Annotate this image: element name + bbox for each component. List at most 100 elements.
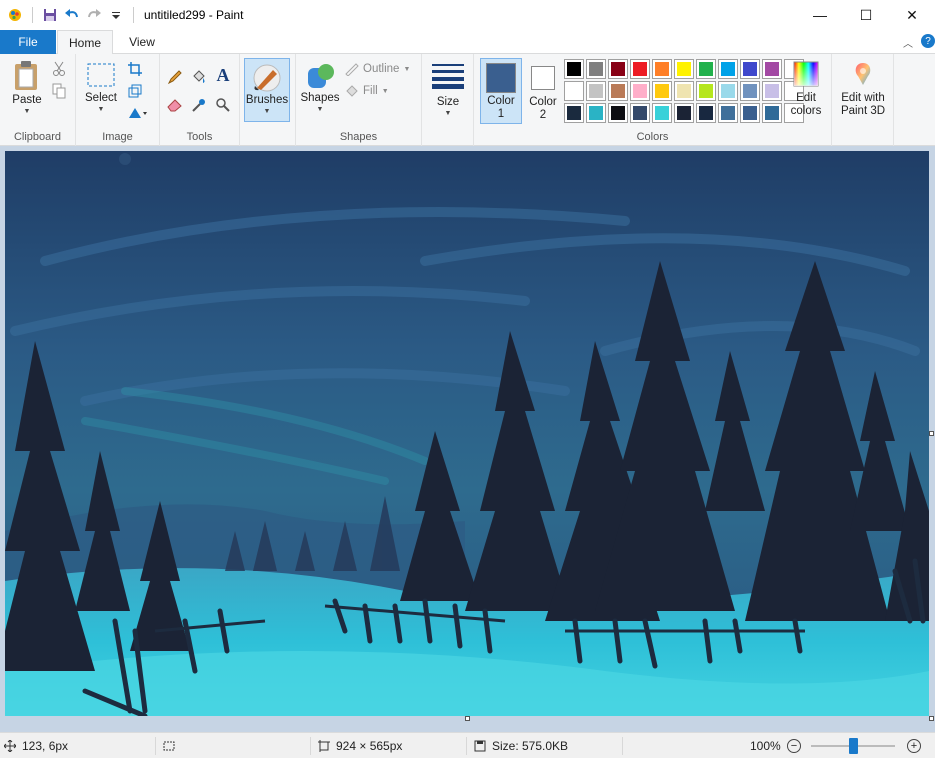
- select-button[interactable]: Select ▼: [82, 62, 120, 113]
- shapes-group: Shapes ▼ Outline ▼ Fill ▼ Shapes: [296, 54, 422, 146]
- palette-swatch[interactable]: [762, 81, 782, 101]
- cursor-position: 123, 6px: [4, 733, 68, 758]
- palette-swatch[interactable]: [674, 59, 694, 79]
- palette-swatch[interactable]: [740, 81, 760, 101]
- maximize-button[interactable]: ☐: [843, 0, 889, 30]
- zoom-out-icon: −: [787, 739, 801, 753]
- paint-app-icon[interactable]: [4, 4, 26, 26]
- image-group: Select ▼ Image: [76, 54, 160, 146]
- palette-swatch[interactable]: [696, 81, 716, 101]
- color-spectrum-icon: [793, 61, 819, 87]
- eraser-icon[interactable]: [166, 96, 184, 114]
- palette-swatch[interactable]: [696, 59, 716, 79]
- drawing-canvas[interactable]: [5, 151, 929, 716]
- zoom-level: 100%: [750, 739, 781, 753]
- zoom-slider-thumb[interactable]: [849, 738, 858, 754]
- resize-handle-right[interactable]: [929, 431, 934, 436]
- palette-swatch[interactable]: [608, 59, 628, 79]
- size-icon: [432, 64, 464, 89]
- palette-swatch[interactable]: [564, 103, 584, 123]
- pencil-icon[interactable]: [166, 68, 184, 86]
- palette-swatch[interactable]: [630, 103, 650, 123]
- resize-icon[interactable]: [126, 82, 144, 100]
- edit-with-paint3d-button[interactable]: Edit with Paint 3D: [836, 60, 890, 118]
- ribbon: Paste ▼ Clipboard Select ▼ Image A Tools…: [0, 54, 935, 146]
- status-separator: [155, 737, 156, 755]
- palette-swatch[interactable]: [740, 103, 760, 123]
- text-tool-icon[interactable]: A: [214, 65, 232, 85]
- customize-toolbar-icon[interactable]: [105, 4, 127, 26]
- size-button[interactable]: Size ▼: [430, 62, 466, 117]
- palette-swatch[interactable]: [740, 59, 760, 79]
- palette-swatch[interactable]: [586, 103, 606, 123]
- tab-file[interactable]: File: [0, 30, 56, 54]
- color-picker-icon[interactable]: [190, 96, 208, 114]
- quick-access-toolbar: [0, 0, 140, 30]
- palette-swatch[interactable]: [630, 81, 650, 101]
- redo-icon[interactable]: [83, 4, 105, 26]
- minimize-button[interactable]: —: [797, 0, 843, 30]
- shapes-button[interactable]: Shapes ▼: [300, 60, 340, 113]
- cut-icon[interactable]: [50, 60, 68, 78]
- status-separator: [622, 737, 623, 755]
- image-dimensions-icon: [318, 740, 330, 752]
- palette-swatch[interactable]: [696, 103, 716, 123]
- title-bar: untitiled299 - Paint — ☐ ✕: [0, 0, 935, 30]
- collapse-ribbon-icon[interactable]: ︿: [903, 35, 913, 50]
- tab-home[interactable]: Home: [57, 30, 113, 55]
- image-group-label: Image: [102, 131, 133, 143]
- fill-bucket-icon[interactable]: [190, 68, 208, 86]
- magnifier-icon[interactable]: [214, 96, 232, 114]
- chevron-down-icon: ▼: [381, 87, 389, 95]
- fill-button[interactable]: Fill ▼: [344, 84, 389, 98]
- zoom-out-button[interactable]: −: [786, 733, 802, 758]
- paste-button[interactable]: Paste ▼: [8, 60, 46, 115]
- palette-swatch[interactable]: [718, 81, 738, 101]
- palette-swatch[interactable]: [586, 81, 606, 101]
- help-icon[interactable]: ?: [921, 34, 935, 48]
- shapes-group-label: Shapes: [339, 131, 378, 143]
- resize-handle-corner[interactable]: [929, 716, 934, 721]
- palette-swatch[interactable]: [630, 59, 650, 79]
- undo-icon[interactable]: [61, 4, 83, 26]
- palette-swatch[interactable]: [586, 59, 606, 79]
- palette-swatch[interactable]: [674, 81, 694, 101]
- save-icon[interactable]: [39, 4, 61, 26]
- palette-swatch[interactable]: [718, 59, 738, 79]
- resize-handle-bottom[interactable]: [465, 716, 470, 721]
- close-button[interactable]: ✕: [889, 0, 935, 30]
- select-icon: [87, 63, 115, 87]
- tools-group: A Tools: [160, 54, 240, 146]
- palette-swatch[interactable]: [564, 59, 584, 79]
- palette-swatch[interactable]: [652, 103, 672, 123]
- edit-colors-button[interactable]: Edit colors: [786, 60, 826, 118]
- file-size: Size: 575.0KB: [474, 733, 568, 758]
- palette-swatch[interactable]: [652, 59, 672, 79]
- zoom-in-button[interactable]: +: [906, 733, 922, 758]
- color-palette: [564, 59, 804, 123]
- selection-size-icon: [163, 741, 175, 751]
- palette-swatch[interactable]: [762, 103, 782, 123]
- chevron-down-icon: ▼: [403, 65, 411, 73]
- cursor-position-icon: [4, 740, 16, 752]
- status-separator: [466, 737, 467, 755]
- palette-swatch[interactable]: [564, 81, 584, 101]
- tools-group-label: Tools: [186, 131, 213, 143]
- zoom-in-icon: +: [907, 739, 921, 753]
- status-bar: 123, 6px 924 × 565px Size: 575.0KB 100% …: [0, 732, 935, 758]
- palette-swatch[interactable]: [718, 103, 738, 123]
- palette-swatch[interactable]: [608, 81, 628, 101]
- copy-icon[interactable]: [50, 82, 68, 100]
- tab-view[interactable]: View: [114, 30, 170, 54]
- toolbar-separator: [32, 7, 33, 23]
- outline-button[interactable]: Outline ▼: [344, 62, 410, 76]
- chevron-down-icon: ▼: [444, 110, 452, 117]
- palette-swatch[interactable]: [608, 103, 628, 123]
- shapes-icon: [308, 64, 334, 88]
- palette-swatch[interactable]: [762, 59, 782, 79]
- palette-swatch[interactable]: [652, 81, 672, 101]
- size-group: Size ▼: [422, 54, 474, 146]
- crop-icon[interactable]: [126, 60, 144, 78]
- rotate-icon[interactable]: [126, 104, 150, 122]
- palette-swatch[interactable]: [674, 103, 694, 123]
